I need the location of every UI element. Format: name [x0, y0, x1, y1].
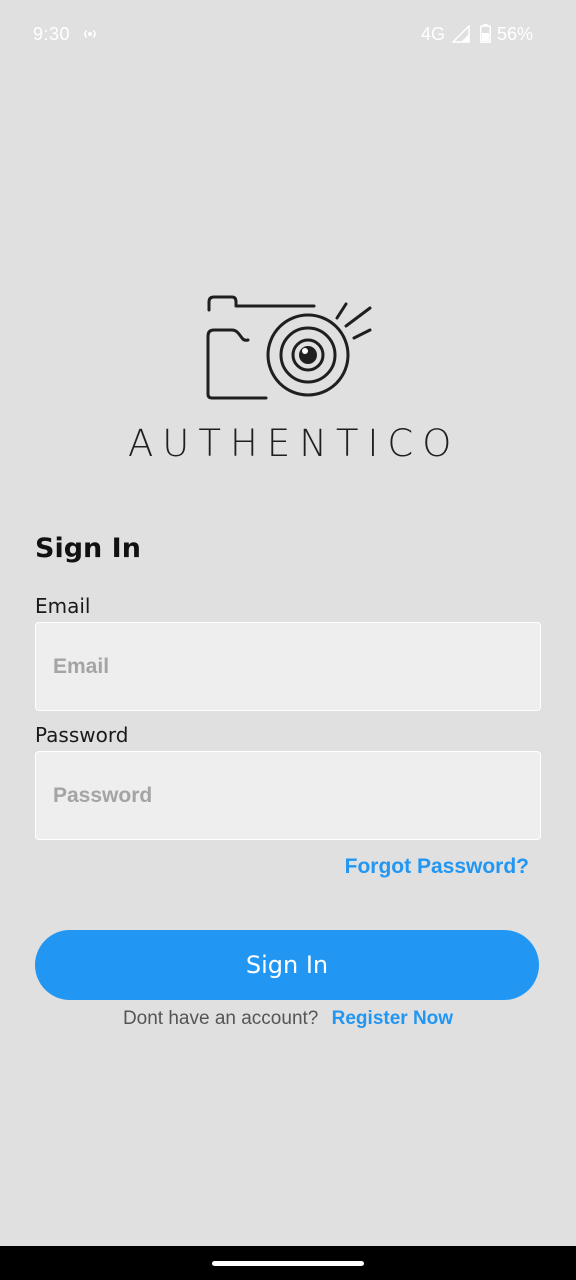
register-prompt: Dont have an account?: [122, 1008, 319, 1029]
password-field[interactable]: [35, 751, 541, 840]
email-field[interactable]: [35, 622, 541, 711]
page-title: Sign In: [35, 533, 141, 564]
register-now-link[interactable]: Register Now: [332, 1008, 453, 1029]
brand-logo: AUTHENTICO: [128, 290, 458, 470]
register-row: Dont have an account? Register Now: [0, 1008, 576, 1030]
password-label: Password: [35, 723, 129, 747]
navigation-bar: [0, 1246, 576, 1280]
brand-name: AUTHENTICO: [128, 422, 461, 465]
network-type: 4G: [421, 24, 446, 44]
hotspot-icon: [84, 29, 96, 39]
forgot-password-link[interactable]: Forgot Password?: [345, 855, 529, 879]
sign-in-button[interactable]: Sign In: [35, 930, 539, 1000]
camera-logo-icon: [206, 295, 372, 400]
battery-percent: 56%: [497, 24, 534, 44]
signal-icon: [452, 25, 470, 43]
sign-in-screen: 9:30 4G 56% AUTHENTICO Sign In Email Ema…: [0, 0, 576, 1280]
home-handle[interactable]: [212, 1261, 364, 1266]
battery-icon: [480, 24, 491, 43]
email-label: Email: [35, 594, 91, 618]
status-time: 9:30: [33, 24, 71, 44]
status-bar: 9:30 4G 56%: [0, 0, 576, 68]
